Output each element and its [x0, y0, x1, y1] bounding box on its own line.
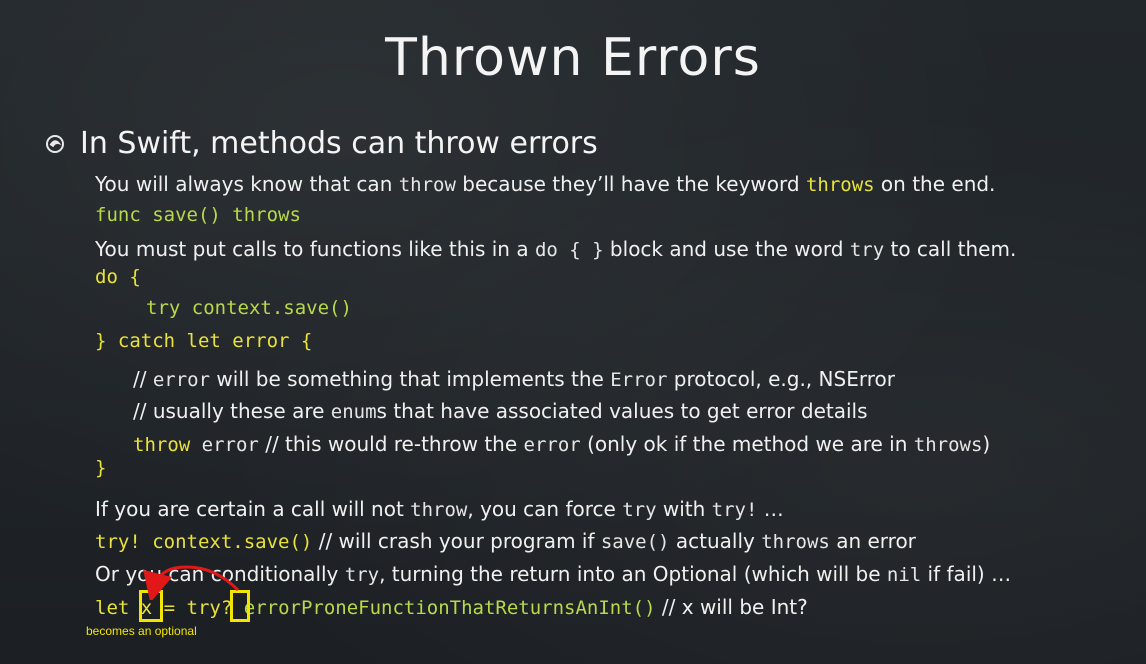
text-line-1: You will always know that can throw beca… [95, 172, 995, 196]
code-span: enum [330, 401, 377, 423]
curved-arrow-icon [143, 565, 240, 600]
code-span: error [190, 434, 259, 456]
code-span: errorProneFunctionThatReturnsAnInt() [232, 597, 656, 619]
code-span: try [622, 499, 657, 521]
text-span: actually [669, 529, 762, 553]
text-span: // will crash your program if [312, 529, 601, 553]
code-span: try! context.save() [95, 531, 313, 553]
code-span: throw [133, 434, 191, 456]
text-span: , you can force [467, 497, 623, 521]
text-span: because they’ll have the keyword [455, 172, 806, 196]
text-line-3: You must put calls to functions like thi… [95, 237, 1016, 261]
code-span: error [152, 369, 211, 391]
code-span: throws [913, 434, 983, 456]
text-span: with [656, 497, 712, 521]
code-span: do { } [534, 239, 604, 261]
code-span: error [523, 434, 581, 456]
text-span: You will always know that can [95, 172, 399, 196]
code-span: try [849, 239, 885, 261]
text-span: if fail) … [921, 562, 1012, 586]
code-span: throws [761, 531, 830, 553]
text-span: If you are certain a call will not [95, 497, 411, 521]
code-span: try [344, 564, 380, 586]
code-span: nil [886, 564, 922, 586]
text-span: // [133, 367, 153, 391]
text-span: ) [982, 432, 991, 456]
code-span: let [95, 597, 141, 619]
code-span: throw [398, 174, 456, 196]
code-line-func-save: func save() throws [95, 204, 301, 226]
code-line-catch: } catch let error { [95, 330, 313, 352]
code-span: throw [410, 499, 468, 521]
text-span: // this would re-throw the [258, 432, 524, 456]
code-line-do: do { [95, 266, 141, 288]
annotation-label: becomes an optional [86, 624, 197, 638]
text-span: , turning the return into an Optional (w… [379, 562, 887, 586]
code-span: throws [805, 174, 875, 196]
text-line-11: If you are certain a call will not throw… [95, 497, 784, 521]
comment-line-2: // usually these are enums that have ass… [133, 399, 868, 423]
swirl-bullet-icon [44, 133, 66, 155]
text-span: on the end. [874, 172, 996, 196]
text-span: // x will be Int? [655, 595, 808, 619]
code-span-try-q: try? [186, 597, 233, 619]
text-line-12: try! context.save() // will crash your p… [95, 529, 916, 553]
text-span: (only ok if the method we are in [580, 432, 914, 456]
code-span: try! [711, 499, 758, 521]
text-span: will be something that implements the [210, 367, 611, 391]
code-span: save() [600, 531, 670, 553]
text-span: an error [829, 529, 916, 553]
text-span: to call them. [884, 237, 1017, 261]
slide: Thrown Errors In Swift, methods can thro… [0, 0, 1146, 664]
main-bullet: In Swift, methods can throw errors [44, 126, 598, 161]
code-span: Error [610, 369, 668, 391]
text-span: s that have associated values to get err… [376, 399, 868, 423]
text-span: NSError [818, 367, 895, 391]
text-span: … [757, 497, 784, 521]
code-line-try-save: try context.save() [146, 297, 352, 319]
comment-line-1: // error will be something that implemen… [133, 367, 895, 391]
comment-line-3: throw error // this would re-throw the e… [133, 432, 990, 456]
bullet-text: In Swift, methods can throw errors [80, 126, 598, 161]
text-span: block and use the word [603, 237, 850, 261]
text-span: You must put calls to functions like thi… [95, 237, 535, 261]
code-line-close-brace: } [95, 457, 107, 479]
slide-title: Thrown Errors [385, 28, 761, 88]
text-span: protocol, e.g., [667, 367, 819, 391]
text-span: // usually these are [133, 399, 331, 423]
